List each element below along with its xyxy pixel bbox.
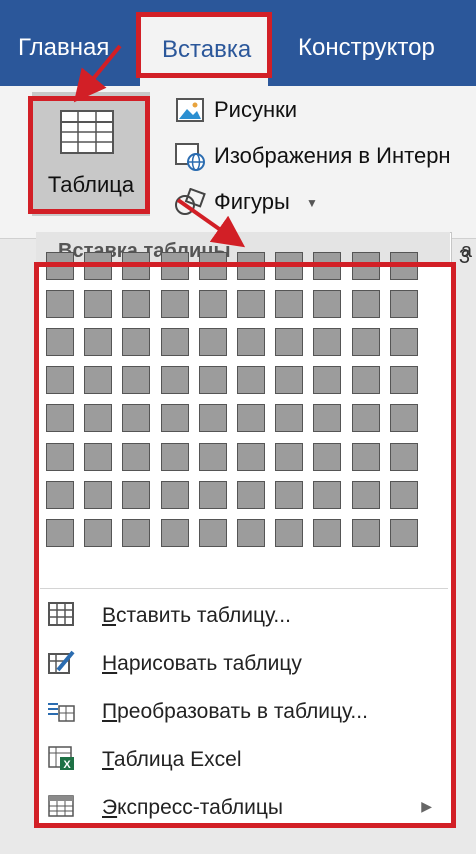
ribbon-cut-text-2: 3 bbox=[458, 246, 470, 268]
online-pictures-icon bbox=[175, 143, 205, 171]
shapes-label: Фигуры bbox=[214, 189, 290, 214]
pictures-label: Рисунки bbox=[214, 97, 298, 122]
highlight-insert-tab bbox=[136, 12, 272, 78]
shapes-icon bbox=[175, 188, 206, 215]
highlight-dropdown bbox=[34, 262, 456, 828]
pictures-icon bbox=[176, 98, 204, 122]
shapes-dropdown-icon: ▼ bbox=[306, 196, 318, 210]
tab-home[interactable]: Главная bbox=[18, 34, 109, 62]
online-pictures-label: Изображения в Интерн bbox=[214, 143, 451, 168]
tab-design[interactable]: Конструктор bbox=[298, 34, 435, 62]
highlight-table-button bbox=[28, 96, 150, 214]
